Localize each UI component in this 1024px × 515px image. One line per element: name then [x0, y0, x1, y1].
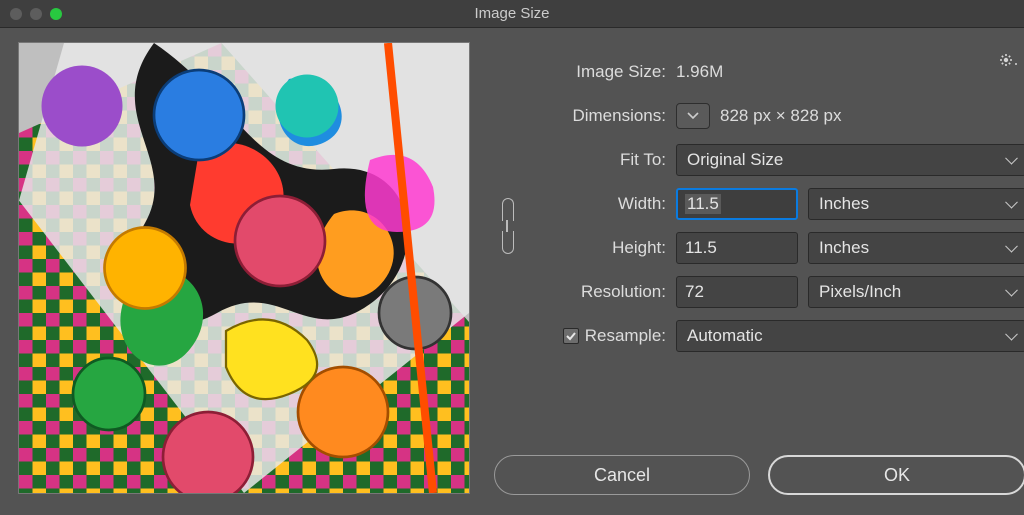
zoom-window-button[interactable] — [50, 8, 62, 20]
resample-checkbox[interactable] — [563, 328, 579, 344]
close-window-button[interactable] — [10, 8, 22, 20]
window-controls — [10, 8, 62, 20]
dimensions-value: 828 px × 828 px — [720, 106, 841, 126]
minimize-window-button[interactable] — [30, 8, 42, 20]
resolution-label: Resolution: — [520, 282, 676, 302]
dimensions-label: Dimensions: — [520, 106, 676, 126]
fit-to-value: Original Size — [687, 150, 783, 170]
image-preview — [18, 42, 470, 494]
dimensions-unit-dropdown[interactable] — [676, 103, 710, 129]
height-input[interactable]: 11.5 — [676, 232, 798, 264]
titlebar: Image Size — [0, 0, 1024, 28]
constrain-proportions-icon[interactable] — [499, 196, 515, 256]
height-unit-select[interactable]: Inches — [808, 232, 1024, 264]
cancel-button[interactable]: Cancel — [494, 455, 750, 495]
window-title: Image Size — [474, 5, 549, 22]
ok-button[interactable]: OK — [768, 455, 1024, 495]
image-size-label: Image Size: — [520, 62, 676, 82]
fit-to-label: Fit To: — [520, 150, 676, 170]
width-label: Width: — [520, 194, 676, 214]
resample-mode-select[interactable]: Automatic — [676, 320, 1024, 352]
settings-gear-button[interactable] — [996, 50, 1022, 70]
image-size-value: 1.96M — [676, 62, 723, 82]
form-panel: Image Size: 1.96M Dimensions: 828 px × 8… — [494, 42, 1024, 503]
resolution-input[interactable]: 72 — [676, 276, 798, 308]
fit-to-select[interactable]: Original Size — [676, 144, 1024, 176]
height-label: Height: — [520, 238, 676, 258]
width-unit-select[interactable]: Inches — [808, 188, 1024, 220]
width-input[interactable]: 11.5 — [676, 188, 798, 220]
resample-label: Resample: — [585, 326, 666, 346]
resolution-unit-select[interactable]: Pixels/Inch — [808, 276, 1024, 308]
